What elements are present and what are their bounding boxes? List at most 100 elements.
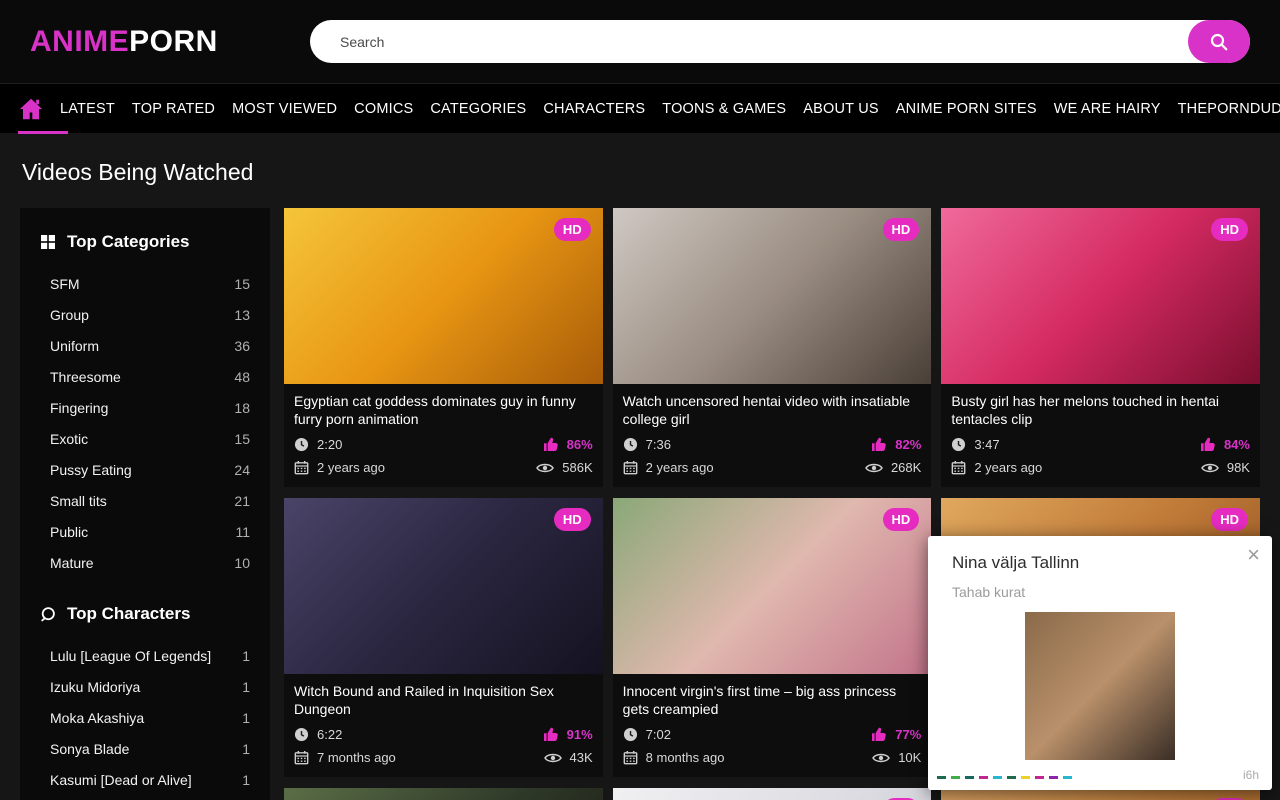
category-count: 10 bbox=[234, 555, 250, 571]
search-icon bbox=[1209, 32, 1229, 52]
category-item-sfm[interactable]: SFM 15 bbox=[40, 268, 250, 299]
video-thumbnail[interactable]: HD bbox=[284, 498, 603, 674]
character-item-sonya[interactable]: Sonya Blade 1 bbox=[40, 733, 250, 764]
hd-badge: HD bbox=[1211, 218, 1248, 241]
nav-item-theporndude[interactable]: THEPORNDUDE bbox=[1177, 99, 1280, 119]
calendar-icon bbox=[294, 750, 309, 765]
clock-icon bbox=[623, 727, 638, 742]
popup-ad-photo[interactable] bbox=[1025, 612, 1175, 760]
nav-item-categories[interactable]: CATEGORIES bbox=[429, 99, 527, 119]
popup-ad-subtitle: Tahab kurat bbox=[952, 584, 1248, 600]
video-card[interactable]: HD Busty girl has her melons touched in … bbox=[941, 208, 1260, 487]
video-thumbnail[interactable]: HD bbox=[613, 498, 932, 674]
video-duration: 2:20 bbox=[317, 437, 342, 452]
category-count: 18 bbox=[234, 400, 250, 416]
video-duration: 7:02 bbox=[646, 727, 671, 742]
popup-close-icon[interactable]: × bbox=[1247, 544, 1260, 566]
category-item-uniform[interactable]: Uniform 36 bbox=[40, 330, 250, 361]
eye-icon bbox=[1201, 462, 1219, 474]
nav-item-most-viewed[interactable]: MOST VIEWED bbox=[231, 99, 338, 119]
nav-item-about-us[interactable]: ABOUT US bbox=[802, 99, 879, 119]
video-card[interactable]: HD Egyptian cat goddess dominates guy in… bbox=[284, 208, 603, 487]
thumbs-up-icon bbox=[871, 436, 887, 452]
video-card[interactable]: HD Watch uncensored hentai video with in… bbox=[613, 208, 932, 487]
home-icon bbox=[18, 96, 44, 122]
category-item-exotic[interactable]: Exotic 15 bbox=[40, 423, 250, 454]
sidebar: Top Categories SFM 15 Group 13 Uniform 3… bbox=[20, 208, 270, 800]
nav-item-characters[interactable]: CHARACTERS bbox=[542, 99, 646, 119]
search-input[interactable] bbox=[310, 34, 1188, 50]
nav-item-toons-games[interactable]: TOONS & GAMES bbox=[661, 99, 787, 119]
character-item-moka[interactable]: Moka Akashiya 1 bbox=[40, 702, 250, 733]
page: ANIMEPORN LATEST TOP R bbox=[0, 0, 1280, 800]
grid-icon bbox=[40, 234, 56, 250]
calendar-icon bbox=[951, 460, 966, 475]
search-button[interactable] bbox=[1188, 20, 1250, 63]
category-item-public[interactable]: Public 11 bbox=[40, 516, 250, 547]
category-count: 36 bbox=[234, 338, 250, 354]
characters-icon bbox=[40, 606, 56, 622]
popup-ad: × Nina välja Tallinn Tahab kurat i6h bbox=[928, 536, 1272, 790]
video-card[interactable]: HD Innocent virgin's first time – big as… bbox=[613, 498, 932, 777]
nav-home[interactable] bbox=[18, 84, 44, 134]
character-item-izuku[interactable]: Izuku Midoriya 1 bbox=[40, 671, 250, 702]
category-item-group[interactable]: Group 13 bbox=[40, 299, 250, 330]
hd-badge: HD bbox=[1211, 508, 1248, 531]
video-thumbnail[interactable]: HD bbox=[613, 208, 932, 384]
thumbs-up-icon bbox=[1200, 436, 1216, 452]
video-age: 2 years ago bbox=[974, 460, 1042, 475]
thumbs-up-icon bbox=[543, 436, 559, 452]
nav-item-we-are-hairy[interactable]: WE ARE HAIRY bbox=[1053, 99, 1162, 119]
nav-item-comics[interactable]: COMICS bbox=[353, 99, 414, 119]
video-thumbnail[interactable]: HD bbox=[613, 788, 932, 800]
video-title[interactable]: Watch uncensored hentai video with insat… bbox=[623, 392, 922, 428]
character-count: 1 bbox=[242, 648, 250, 664]
top-characters-header: Top Characters bbox=[40, 604, 250, 624]
nav-item-anime-porn-sites[interactable]: ANIME PORN SITES bbox=[895, 99, 1038, 119]
hd-badge: HD bbox=[883, 218, 920, 241]
category-item-mature[interactable]: Mature 10 bbox=[40, 547, 250, 578]
clock-icon bbox=[294, 437, 309, 452]
page-title: Videos Being Watched bbox=[22, 159, 1260, 186]
nav-item-top-rated[interactable]: TOP RATED bbox=[131, 99, 216, 119]
popup-ad-title: Nina välja Tallinn bbox=[952, 553, 1248, 573]
logo-part-porn: PORN bbox=[129, 25, 218, 58]
eye-icon bbox=[544, 752, 562, 764]
nav-active-underline bbox=[18, 131, 68, 134]
video-title[interactable]: Busty girl has her melons touched in hen… bbox=[951, 392, 1250, 428]
character-item-kasumi[interactable]: Kasumi [Dead or Alive] 1 bbox=[40, 764, 250, 795]
category-item-fingering[interactable]: Fingering 18 bbox=[40, 392, 250, 423]
top-characters-title: Top Characters bbox=[67, 604, 190, 624]
category-item-small-tits[interactable]: Small tits 21 bbox=[40, 485, 250, 516]
video-age: 7 months ago bbox=[317, 750, 396, 765]
video-thumbnail[interactable] bbox=[284, 788, 603, 800]
video-title[interactable]: Witch Bound and Railed in Inquisition Se… bbox=[294, 682, 593, 718]
video-thumbnail[interactable]: HD bbox=[284, 208, 603, 384]
video-thumbnail[interactable]: HD bbox=[941, 208, 1260, 384]
video-card[interactable]: HD Witch Bound and Railed in Inquisition… bbox=[284, 498, 603, 777]
header: ANIMEPORN bbox=[0, 0, 1280, 83]
video-card[interactable]: HD bbox=[613, 788, 932, 800]
video-card[interactable] bbox=[284, 788, 603, 800]
site-logo[interactable]: ANIMEPORN bbox=[30, 25, 218, 59]
nav-item-latest[interactable]: LATEST bbox=[59, 99, 116, 119]
video-duration: 3:47 bbox=[974, 437, 999, 452]
eye-icon bbox=[536, 462, 554, 474]
character-count: 1 bbox=[242, 741, 250, 757]
character-count: 1 bbox=[242, 710, 250, 726]
character-count: 1 bbox=[242, 679, 250, 695]
video-title[interactable]: Innocent virgin's first time – big ass p… bbox=[623, 682, 922, 718]
category-item-threesome[interactable]: Threesome 48 bbox=[40, 361, 250, 392]
category-item-pussy-eating[interactable]: Pussy Eating 24 bbox=[40, 454, 250, 485]
video-likes: 86% bbox=[567, 437, 593, 452]
popup-ad-note: i6h bbox=[1243, 768, 1259, 782]
video-views: 268K bbox=[891, 460, 921, 475]
thumbs-up-icon bbox=[871, 726, 887, 742]
character-item-lulu[interactable]: Lulu [League Of Legends] 1 bbox=[40, 640, 250, 671]
video-age: 2 years ago bbox=[317, 460, 385, 475]
video-title[interactable]: Egyptian cat goddess dominates guy in fu… bbox=[294, 392, 593, 428]
logo-part-anime: ANIME bbox=[30, 25, 129, 58]
calendar-icon bbox=[294, 460, 309, 475]
top-categories-title: Top Categories bbox=[67, 232, 189, 252]
clock-icon bbox=[623, 437, 638, 452]
